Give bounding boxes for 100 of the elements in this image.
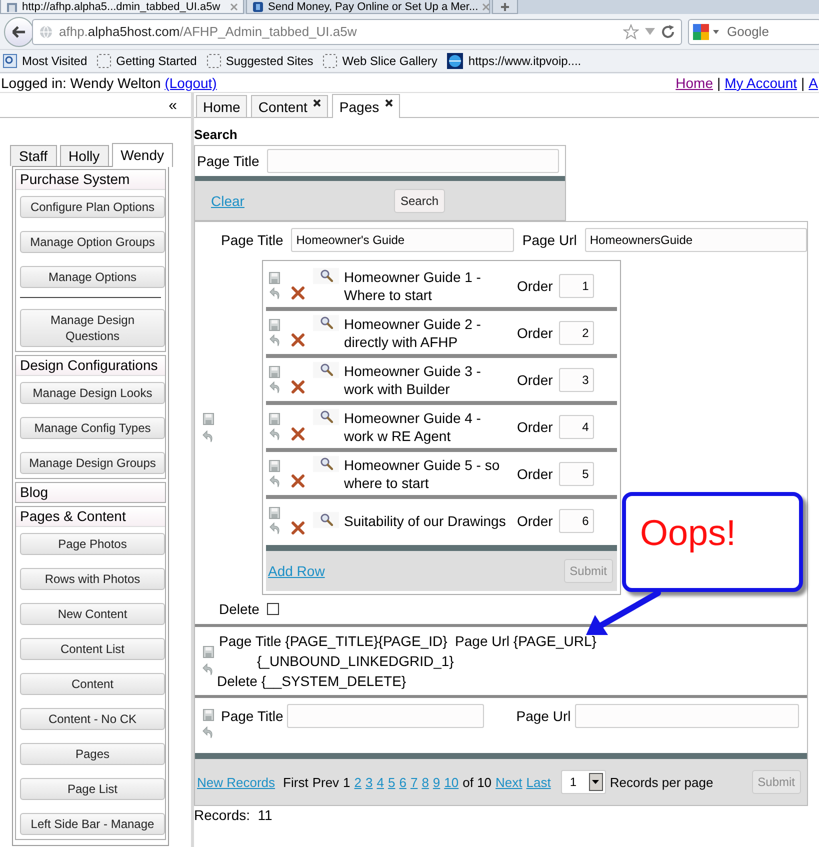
browser-tab[interactable]: http://afhp.alpha5...dmin_tabbed_UI.a5w <box>0 0 244 14</box>
search-button[interactable]: Search <box>394 188 444 212</box>
save-icon[interactable] <box>202 412 214 424</box>
tab[interactable]: Content <box>251 95 328 117</box>
menu-button[interactable]: Manage Design Questions <box>20 309 165 347</box>
field-label: Page Title <box>221 232 284 248</box>
dropdown-icon[interactable] <box>645 28 655 35</box>
order-field[interactable]: 5 <box>558 462 594 486</box>
logout-link[interactable]: (Logout) <box>164 75 217 91</box>
save-icon[interactable] <box>269 506 280 518</box>
blank-page-icon <box>97 54 112 68</box>
order-field[interactable]: 1 <box>558 274 594 298</box>
undo-icon[interactable] <box>269 474 281 488</box>
bookmark[interactable]: Web Slice Gallery <box>323 54 438 68</box>
delete-icon[interactable] <box>291 474 305 488</box>
menu-button[interactable]: Page Photos <box>20 533 165 555</box>
search-icon[interactable] <box>320 410 332 423</box>
per-page-select[interactable]: 1 <box>560 770 606 794</box>
template-text: Page Title {PAGE_TITLE}{PAGE_ID} Page Url {PAGE_URL} <box>219 633 596 649</box>
menu-button[interactable]: Rows with Photos <box>20 568 165 590</box>
save-icon[interactable] <box>269 272 280 284</box>
order-field[interactable]: 2 <box>558 320 594 344</box>
menu-button[interactable]: New Content <box>20 603 165 625</box>
delete-icon[interactable] <box>291 332 305 346</box>
tab[interactable]: Wendy <box>112 143 173 167</box>
menu-button[interactable]: Manage Config Types <box>20 417 165 439</box>
collapse-button[interactable]: « <box>168 96 177 114</box>
checkbox[interactable] <box>267 603 280 615</box>
field-label: Page Title <box>221 708 284 724</box>
menu-button[interactable]: Manage Options <box>20 266 165 288</box>
tab[interactable]: Home <box>196 95 248 117</box>
save-icon[interactable] <box>269 412 280 424</box>
save-icon[interactable] <box>202 646 214 658</box>
field-label: Order <box>517 512 553 528</box>
close-icon[interactable] <box>313 98 322 106</box>
back-button[interactable] <box>4 16 34 46</box>
input-field[interactable]: Homeowner's Guide <box>291 228 514 252</box>
delete-icon[interactable] <box>291 286 305 300</box>
undo-icon[interactable] <box>269 286 281 300</box>
search-icon[interactable] <box>320 316 332 329</box>
input-field[interactable] <box>287 704 484 728</box>
order-field[interactable]: 4 <box>558 414 594 438</box>
order-field[interactable]: 6 <box>558 508 594 532</box>
nav-link[interactable]: Home <box>676 75 713 91</box>
undo-icon[interactable] <box>202 662 214 676</box>
undo-icon[interactable] <box>202 725 214 739</box>
close-icon[interactable] <box>385 98 394 106</box>
address-field[interactable]: afhp.alpha5host.com/AFHP_Admin_tabbed_UI.a5w <box>32 18 682 44</box>
menu-button[interactable]: Left Side Bar - Manage <box>20 813 165 835</box>
menu-button[interactable]: Content <box>20 673 165 695</box>
search-icon[interactable] <box>320 457 332 470</box>
input-field[interactable] <box>574 704 799 728</box>
undo-icon[interactable] <box>269 380 281 394</box>
menu-button[interactable]: Manage Design Groups <box>20 452 165 474</box>
reload-icon[interactable] <box>661 24 675 38</box>
delete-icon[interactable] <box>291 380 305 394</box>
input-field[interactable] <box>267 149 560 173</box>
save-icon[interactable] <box>269 366 280 378</box>
undo-icon[interactable] <box>269 520 281 534</box>
undo-icon[interactable] <box>269 332 281 346</box>
bookmark[interactable]: Most Visited <box>3 54 88 68</box>
tab[interactable]: Staff <box>10 145 57 166</box>
browser-tab[interactable]: Send Money, Pay Online or Set Up a Mer... <box>246 0 490 14</box>
section-title: Search <box>194 127 238 142</box>
record-count: Records: 11 <box>194 807 274 823</box>
order-field[interactable]: 3 <box>558 368 594 392</box>
dropdown-icon <box>713 30 719 34</box>
bookmark[interactable]: Suggested Sites <box>206 54 314 68</box>
search-icon[interactable] <box>320 269 332 282</box>
bookmark[interactable]: Getting Started <box>97 54 197 68</box>
star-icon[interactable] <box>623 24 639 40</box>
tab[interactable]: Holly <box>60 145 109 166</box>
nav-link[interactable]: My Account <box>724 75 798 91</box>
tab[interactable]: Pages <box>332 94 400 118</box>
blank-page-icon <box>206 54 221 68</box>
menu-button[interactable]: Pages <box>20 743 165 765</box>
menu-button[interactable]: Content List <box>20 638 165 660</box>
menu-button[interactable]: Manage Option Groups <box>20 231 165 253</box>
search-icon[interactable] <box>320 363 332 376</box>
menu-button[interactable]: Manage Design Looks <box>20 382 165 404</box>
menu-button[interactable]: Content - No CK <box>20 708 165 730</box>
bookmark[interactable]: https://www.itpvoip.... <box>447 53 582 69</box>
field-label: Page Title <box>197 153 260 169</box>
menu-button[interactable]: Configure Plan Options <box>20 196 165 218</box>
save-icon[interactable] <box>202 709 214 721</box>
save-icon[interactable] <box>269 318 280 330</box>
delete-icon[interactable] <box>291 426 305 440</box>
delete-icon[interactable] <box>291 520 305 534</box>
new-tab-button[interactable] <box>492 0 518 14</box>
undo-icon[interactable] <box>202 428 214 442</box>
menu-button[interactable]: Page List <box>20 778 165 800</box>
input-field[interactable]: HomeownersGuide <box>584 228 807 252</box>
nav-link[interactable]: A <box>808 75 818 91</box>
search-field[interactable]: Google <box>688 18 819 44</box>
row-title: Homeowner Guide 2 - directly with AFHP <box>344 314 482 350</box>
undo-icon[interactable] <box>269 426 281 440</box>
save-icon[interactable] <box>269 460 280 472</box>
pager-text: of 10 <box>462 774 492 790</box>
search-icon[interactable] <box>320 513 332 526</box>
globe-icon <box>447 53 464 69</box>
